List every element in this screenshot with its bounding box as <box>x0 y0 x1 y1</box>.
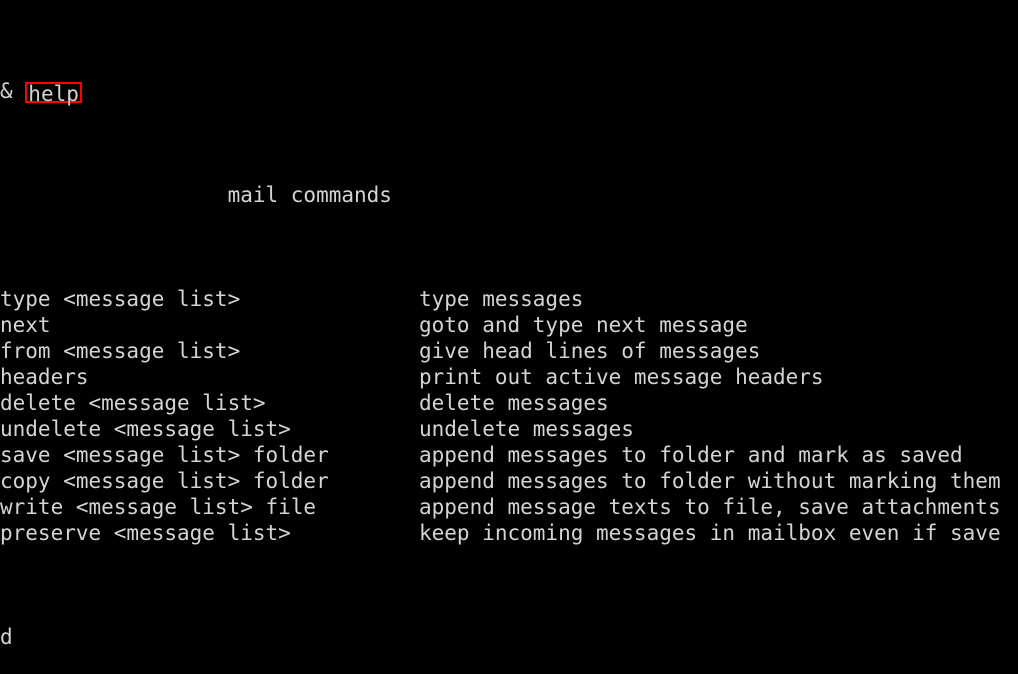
command-description: append messages to folder and mark as sa… <box>419 443 963 467</box>
command-syntax: headers <box>0 365 89 389</box>
command-syntax: save <message list> folder <box>0 443 329 467</box>
command-row: undelete <message list> undelete messages <box>0 416 1018 442</box>
wrapped-continuation-line: d <box>0 625 13 649</box>
command-syntax: next <box>0 313 51 337</box>
command-description: undelete messages <box>419 417 634 441</box>
command-syntax: write <message list> file <box>0 495 317 519</box>
command-list-top: type <message list> type messages next goto… <box>0 286 1018 546</box>
command-description: append message texts to file, save attac… <box>419 495 1001 519</box>
command-syntax: undelete <message list> <box>0 417 291 441</box>
terminal-screen: & help mail commands type <message list>… <box>0 0 1018 674</box>
command-description: type messages <box>419 287 584 311</box>
command-row: save <message list> folder append message… <box>0 442 1018 468</box>
command-row: from <message list> give head lines of me… <box>0 338 1018 364</box>
command-row: preserve <message list> keep incoming mes… <box>0 520 1018 546</box>
command-prompt-line: & help <box>0 78 1018 105</box>
command-description: goto and type next message <box>419 313 748 337</box>
command-description: keep incoming messages in mailbox even i… <box>419 521 1001 545</box>
prompt-symbol: & <box>0 79 26 103</box>
command-row: type <message list> type messages <box>0 286 1018 312</box>
command-description: delete messages <box>419 391 609 415</box>
command-description: print out active message headers <box>419 365 824 389</box>
command-row: write <message list> file append message … <box>0 494 1018 520</box>
command-description: append messages to folder without markin… <box>419 469 1001 493</box>
command-syntax: delete <message list> <box>0 391 266 415</box>
command-row: headers print out active message headers <box>0 364 1018 390</box>
command-syntax: type <message list> <box>0 287 241 311</box>
command-syntax: preserve <message list> <box>0 521 291 545</box>
command-description: give head lines of messages <box>419 339 761 363</box>
command-syntax: copy <message list> folder <box>0 469 329 493</box>
highlighted-command-help[interactable]: help <box>25 82 82 105</box>
command-row: next goto and type next message <box>0 312 1018 338</box>
command-syntax: from <message list> <box>0 339 241 363</box>
command-row: copy <message list> folder append message… <box>0 468 1018 494</box>
command-row: delete <message list> delete messages <box>0 390 1018 416</box>
help-heading: mail commands <box>0 183 392 207</box>
